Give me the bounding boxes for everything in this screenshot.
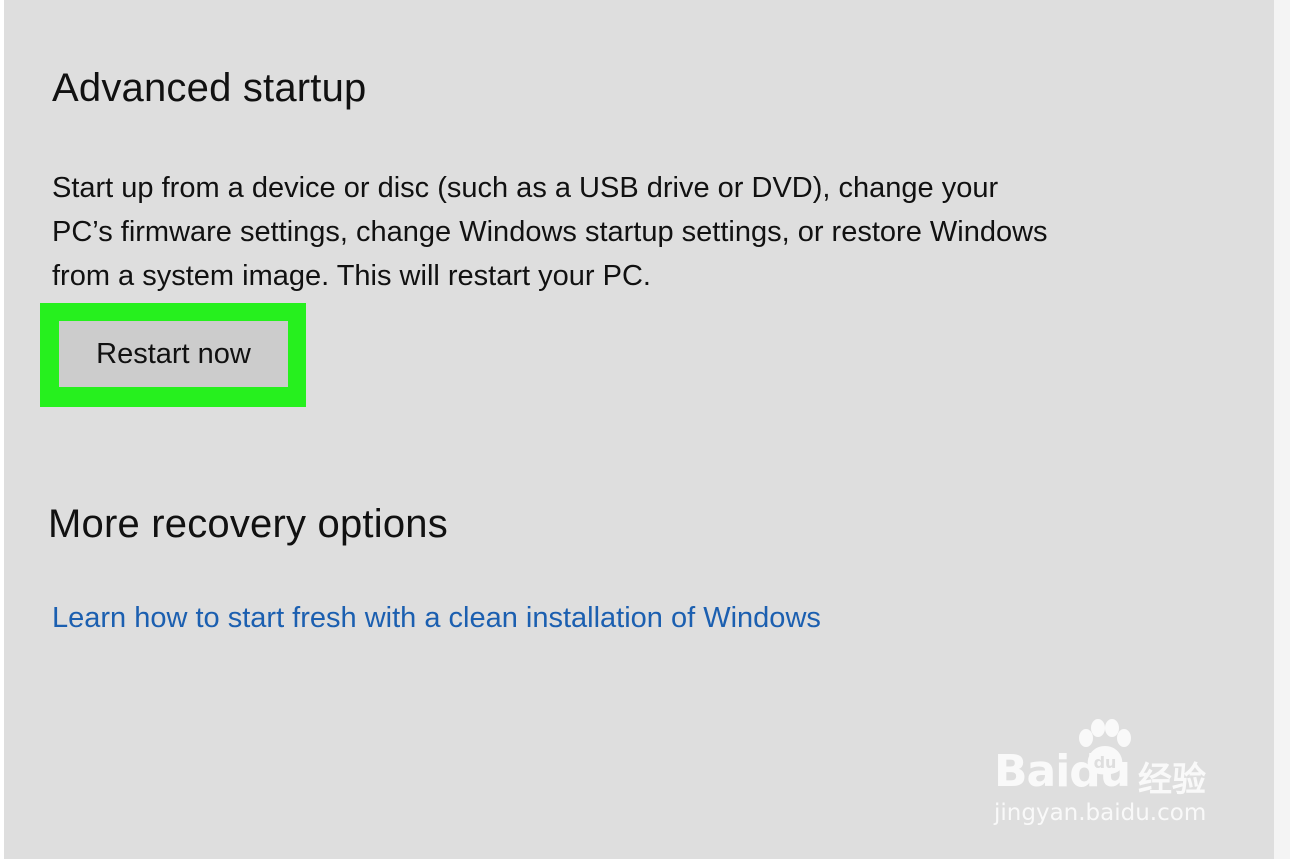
advanced-startup-description: Start up from a device or disc (such as … xyxy=(52,172,1048,292)
more-recovery-options-heading: More recovery options xyxy=(48,502,448,546)
settings-panel: Advanced startup Start up from a device … xyxy=(4,0,1274,859)
paw-icon: du xyxy=(1079,719,1131,775)
clean-install-link[interactable]: Learn how to start fresh with a clean in… xyxy=(52,602,821,635)
restart-now-button[interactable]: Restart now xyxy=(59,321,288,387)
svg-text:du: du xyxy=(1094,753,1117,772)
advanced-startup-heading: Advanced startup xyxy=(52,66,367,110)
baidu-watermark: Baidu du 经验 jingyan.baidu.com xyxy=(990,718,1230,836)
watermark-brand-cn: 经验 xyxy=(1138,760,1206,800)
watermark-url: jingyan.baidu.com xyxy=(994,800,1207,826)
window-edge xyxy=(1274,0,1290,859)
